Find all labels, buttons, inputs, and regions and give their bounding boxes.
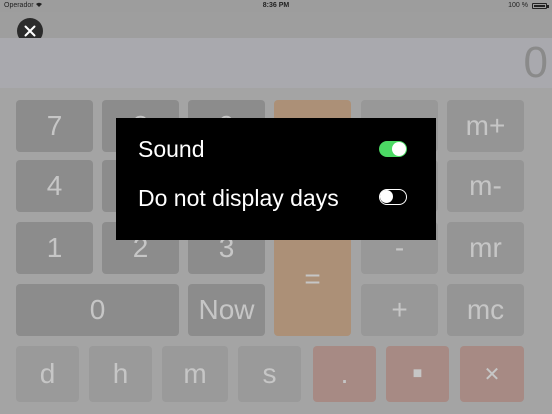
close-icon xyxy=(24,25,36,37)
sound-label: Sound xyxy=(138,136,205,162)
sound-row: Sound xyxy=(116,128,436,168)
key-0[interactable]: 0 xyxy=(16,284,179,336)
battery-percent: 100 % xyxy=(508,2,528,9)
key-plus[interactable]: + xyxy=(361,284,438,336)
key-seconds[interactable]: s xyxy=(238,346,301,402)
key-square[interactable]: ■ xyxy=(386,346,449,402)
no-days-row: Do not display days xyxy=(116,177,436,217)
key-clear[interactable]: ✕ xyxy=(460,346,524,402)
toggle-knob xyxy=(392,142,406,156)
toggle-knob xyxy=(380,190,393,203)
key-hours[interactable]: h xyxy=(89,346,152,402)
status-bar: Operador 8:36 PM 100 % xyxy=(0,0,552,12)
key-now[interactable]: Now xyxy=(188,284,265,336)
battery-tip xyxy=(547,5,549,8)
key-days[interactable]: d xyxy=(16,346,79,402)
no-days-toggle[interactable] xyxy=(379,189,407,205)
calculator-display: 0 xyxy=(0,38,552,88)
key-decimal[interactable]: . xyxy=(313,346,376,402)
top-bar xyxy=(0,12,552,38)
key-4[interactable]: 4 xyxy=(16,160,93,212)
settings-dialog: Sound Do not display days xyxy=(116,118,436,240)
status-time: 8:36 PM xyxy=(262,2,290,9)
key-m-minus[interactable]: m- xyxy=(447,160,524,212)
sound-toggle[interactable] xyxy=(379,141,407,157)
key-mc[interactable]: mc xyxy=(447,284,524,336)
key-7[interactable]: 7 xyxy=(16,100,93,152)
key-1[interactable]: 1 xyxy=(16,222,93,274)
key-m-plus[interactable]: m+ xyxy=(447,100,524,152)
display-value: 0 xyxy=(523,38,548,87)
key-mr[interactable]: mr xyxy=(447,222,524,274)
no-days-label: Do not display days xyxy=(138,185,339,211)
key-minutes[interactable]: m xyxy=(162,346,228,402)
battery-icon xyxy=(532,3,547,9)
